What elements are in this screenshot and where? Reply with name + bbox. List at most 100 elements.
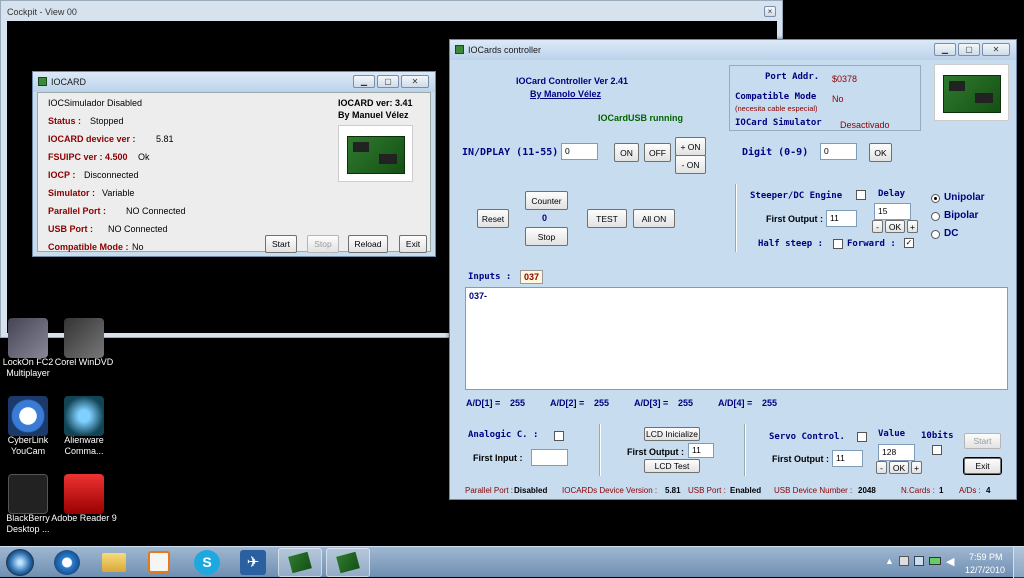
iocp-label: IOCP :	[48, 170, 76, 180]
delay-input[interactable]: 15	[874, 203, 911, 220]
exit-button[interactable]: Exit	[399, 235, 427, 253]
delay-minus-button[interactable]: -	[872, 220, 883, 233]
iocard-window[interactable]: IOCARD ▁ ▢ ✕ IOCSimulador Disabled IOCAR…	[32, 71, 436, 257]
ie-icon[interactable]	[54, 550, 80, 575]
analogic-label: Analogic C. :	[468, 430, 539, 440]
dc-radio[interactable]	[931, 230, 940, 239]
servo-10bits-checkbox[interactable]	[932, 445, 942, 455]
delay-ok-button[interactable]: OK	[885, 220, 905, 233]
flag-icon[interactable]	[899, 556, 909, 566]
folder-icon[interactable]	[102, 553, 126, 572]
simulator-value: Variable	[102, 188, 135, 198]
minus-on-button[interactable]: - ON	[675, 155, 706, 174]
servo-first-output-input[interactable]: 11	[832, 450, 863, 467]
forward-checkbox[interactable]: ✓	[904, 238, 914, 248]
servo-10bits-label: 10bits	[921, 431, 954, 441]
test-button[interactable]: TEST	[587, 209, 627, 228]
controller-body: IOCard Controller Ver 2.41 By Manolo Vél…	[454, 60, 1012, 495]
start-orb-icon[interactable]	[6, 549, 34, 576]
iocp-value: Disconnected	[84, 170, 139, 180]
battery-icon[interactable]	[929, 557, 941, 565]
start-button[interactable]: Start	[265, 235, 297, 253]
dc-label: DC	[944, 228, 959, 239]
compatible-mode-value: No	[132, 242, 144, 252]
maximize-button[interactable]: ▢	[377, 75, 399, 88]
bipolar-label: Bipolar	[944, 210, 979, 221]
app-name: IOCard Controller Ver 2.41	[516, 76, 629, 86]
controller-title: IOCards controller	[468, 45, 542, 55]
plus-on-button[interactable]: + ON	[675, 137, 706, 156]
port-addr-value: $0378	[832, 74, 858, 84]
counter-button[interactable]: Counter	[525, 191, 568, 210]
ad4-value: 255	[762, 398, 778, 408]
servo-start-button[interactable]: Start	[964, 433, 1001, 449]
digit-ok-button[interactable]: OK	[869, 143, 892, 162]
inputs-log[interactable]: 037-	[465, 287, 1008, 390]
stepper-checkbox[interactable]	[856, 190, 866, 200]
all-on-button[interactable]: All ON	[633, 209, 675, 228]
usb-port-label: USB Port :	[48, 224, 93, 234]
app-author: By Manolo Vélez	[530, 89, 602, 99]
usb-running-status: IOCardUSB running	[598, 113, 683, 123]
ncards-value: 1	[939, 486, 944, 495]
stop-button[interactable]: Stop	[307, 235, 339, 253]
lcd-first-output-input[interactable]: 11	[688, 443, 714, 458]
compatible-mode-value: No	[832, 94, 844, 104]
counter-stop-button[interactable]: Stop	[525, 227, 568, 246]
lcd-test-button[interactable]: LCD Test	[644, 459, 700, 473]
device-ver-value: 5.81	[156, 134, 174, 144]
usb-device-number-label: USB Device Number :	[774, 486, 853, 495]
reload-button[interactable]: Reload	[348, 235, 388, 253]
stepper-first-output-input[interactable]: 11	[826, 210, 857, 227]
unipolar-radio[interactable]	[931, 194, 940, 203]
digit-input[interactable]: 0	[820, 143, 857, 160]
clock-date[interactable]: 12/7/2010	[965, 565, 1005, 575]
delay-plus-button[interactable]: +	[907, 220, 918, 233]
reset-button[interactable]: Reset	[477, 209, 509, 228]
compatible-mode-note: (necesita cable especial)	[735, 104, 818, 113]
clock-time[interactable]: 7:59 PM	[969, 552, 1003, 562]
iocard-titlebar[interactable]: IOCARD ▁ ▢ ✕	[33, 72, 435, 92]
volume-icon[interactable]: ◀	[946, 555, 954, 568]
network-icon[interactable]	[914, 556, 924, 566]
lcd-init-button[interactable]: LCD Inicialize	[644, 427, 700, 441]
analogic-checkbox[interactable]	[554, 431, 564, 441]
servo-value-input[interactable]: 128	[878, 444, 915, 461]
indisplay-input[interactable]: 0	[561, 143, 598, 160]
close-button[interactable]: ✕	[982, 43, 1010, 56]
servo-minus-button[interactable]: -	[876, 461, 887, 474]
adobe-icon	[64, 474, 104, 514]
off-button[interactable]: OFF	[644, 143, 671, 162]
stepper-label: Steeper/DC Engine	[750, 191, 843, 201]
minimize-button[interactable]: ▁	[353, 75, 375, 88]
digit-label: Digit (0-9)	[742, 147, 809, 158]
ad2-label: A/D[2] =	[550, 398, 585, 408]
on-button[interactable]: ON	[614, 143, 639, 162]
servo-plus-button[interactable]: +	[911, 461, 922, 474]
servo-ok-button[interactable]: OK	[889, 461, 909, 474]
controller-task-button[interactable]	[326, 548, 370, 577]
unipolar-label: Unipolar	[944, 192, 985, 203]
iocard-task-button[interactable]	[278, 548, 322, 577]
tray-arrow-icon[interactable]: ▲	[885, 556, 894, 566]
servo-checkbox[interactable]	[857, 432, 867, 442]
usb-port-label: USB Port :	[688, 486, 726, 495]
desktop-icon-label: Alienware Comma...	[64, 435, 104, 456]
skype-icon[interactable]: S	[194, 550, 220, 575]
status-label: Status :	[48, 116, 82, 126]
close-button[interactable]: ✕	[401, 75, 429, 88]
cockpit-close-button[interactable]: ×	[764, 6, 776, 17]
ad3-label: A/D[3] =	[634, 398, 669, 408]
half-steep-checkbox[interactable]	[833, 239, 843, 249]
bipolar-radio[interactable]	[931, 212, 940, 221]
minimize-button[interactable]: ▁	[934, 43, 956, 56]
controller-window[interactable]: IOCards controller ▁ ▢ ✕ IOCard Controll…	[449, 39, 1017, 500]
maximize-button[interactable]: ▢	[958, 43, 980, 56]
show-desktop-button[interactable]	[1013, 547, 1024, 578]
first-input-field[interactable]	[531, 449, 568, 466]
controller-titlebar[interactable]: IOCards controller ▁ ▢ ✕	[450, 40, 1016, 60]
controller-exit-button[interactable]: Exit	[963, 457, 1002, 475]
media-player-icon[interactable]	[148, 551, 170, 573]
device-version-value: 5.81	[665, 486, 681, 495]
plane-app-icon[interactable]: ✈	[240, 550, 266, 575]
